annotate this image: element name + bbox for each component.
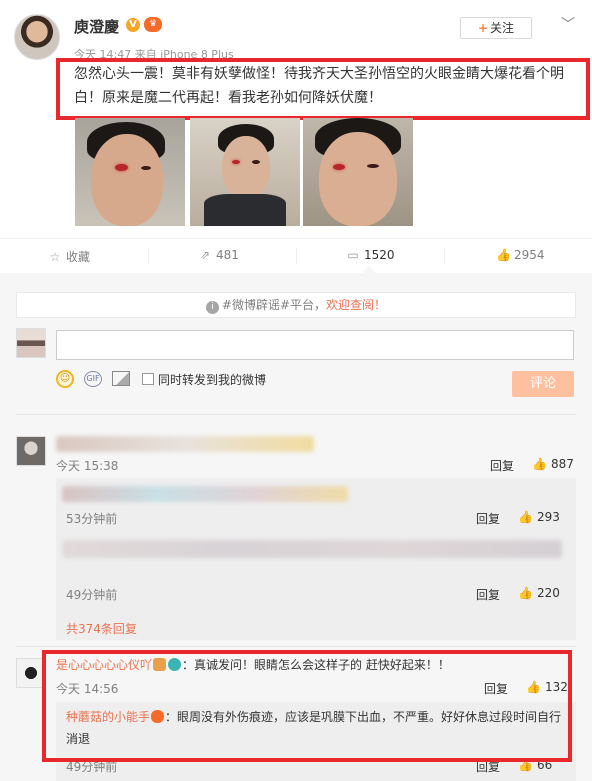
comment-icon: ▭ (347, 248, 359, 262)
rumor-notice[interactable]: i #微博辟谣#平台，欢迎查阅！ (16, 292, 576, 318)
comment-button[interactable]: ▭ 1520 (346, 248, 394, 262)
comment-time: 今天 15:38 (56, 459, 119, 473)
verified-icon: V (126, 18, 140, 32)
comment-input[interactable] (56, 330, 574, 360)
divider (148, 248, 149, 264)
reply-button[interactable]: 回复 (490, 457, 514, 474)
repost-icon: ⇗ (199, 248, 211, 262)
highlight-frame (56, 58, 590, 120)
thumb-up-icon: 👍 (518, 510, 533, 524)
post-photo-3[interactable] (303, 118, 413, 226)
blurred-reply-text (62, 486, 348, 502)
commenter-avatar[interactable] (16, 436, 46, 466)
sub-replies (56, 478, 576, 640)
image-icon[interactable] (112, 371, 130, 386)
reply-time: 49分钟前 (66, 588, 118, 602)
gif-icon[interactable]: GIF (84, 371, 102, 387)
repost-label: 同时转发到我的微博 (158, 373, 267, 387)
like-button[interactable]: 👍 2954 (496, 248, 545, 262)
divider (444, 248, 445, 264)
divider (16, 414, 576, 415)
plus-icon: + (477, 21, 489, 35)
post-photo-2[interactable] (190, 118, 300, 226)
more-replies-link[interactable]: 共374条回复 (66, 620, 137, 637)
info-icon: i (205, 301, 219, 314)
vip-badge-icon: ♛ (144, 17, 162, 32)
thumb-up-icon: 👍 (532, 457, 547, 471)
repost-checkbox[interactable] (142, 373, 154, 385)
author-avatar[interactable] (14, 14, 60, 60)
follow-button[interactable]: + 关注 (460, 17, 532, 39)
star-icon: ☆ (49, 250, 61, 264)
author-name[interactable]: 庾澄慶 (74, 16, 119, 37)
chevron-down-icon[interactable]: ﹀ (561, 14, 575, 34)
thumb-up-icon: 👍 (496, 248, 511, 262)
reply-time: 53分钟前 (66, 512, 118, 526)
thumb-up-icon: 👍 (518, 586, 533, 600)
post-photo-1[interactable] (75, 118, 185, 226)
emoji-icon[interactable]: ☺ (56, 370, 74, 388)
repost-button[interactable]: ⇗ 481 (198, 248, 239, 262)
comment-like-button[interactable]: 👍 887 (532, 457, 574, 471)
favorite-button[interactable]: ☆ 收藏 (48, 248, 90, 265)
submit-comment-button[interactable]: 评论 (512, 371, 574, 397)
blurred-reply-text (62, 540, 562, 558)
active-tab-pointer (362, 266, 376, 273)
highlight-frame (42, 650, 572, 762)
reply-like-button[interactable]: 👍 220 (518, 586, 560, 600)
blurred-comment-text (56, 436, 314, 452)
my-avatar (16, 328, 46, 358)
reply-button[interactable]: 回复 (476, 586, 500, 603)
notice-link[interactable]: 欢迎查阅！ (326, 298, 386, 312)
divider (296, 248, 297, 264)
reply-button[interactable]: 回复 (476, 510, 500, 527)
divider (16, 646, 576, 647)
reply-like-button[interactable]: 👍 293 (518, 510, 560, 524)
